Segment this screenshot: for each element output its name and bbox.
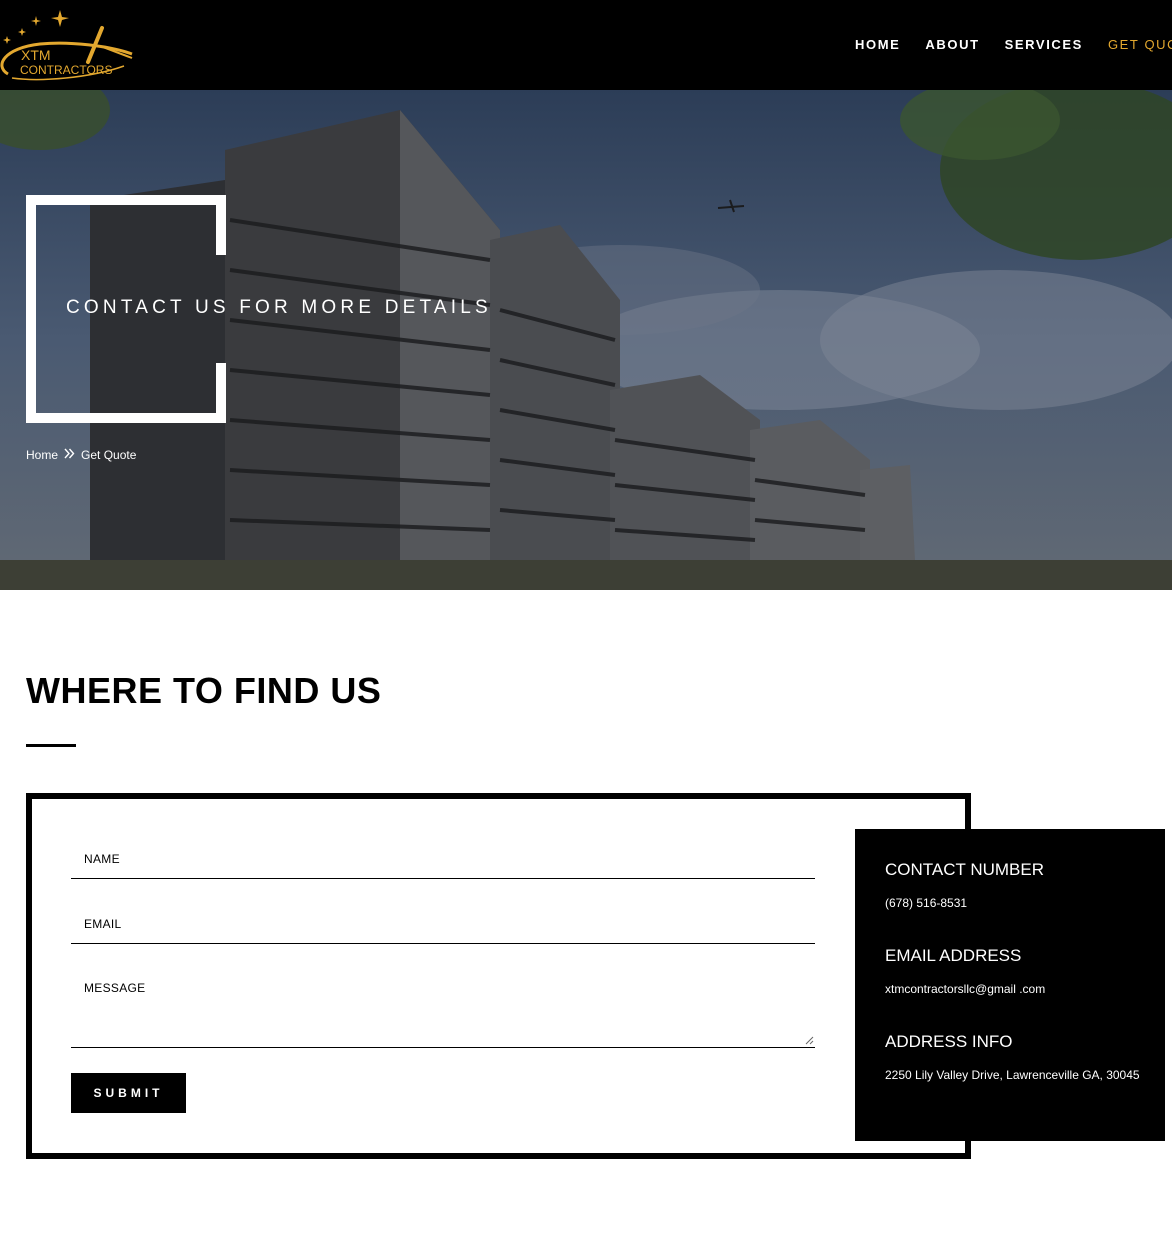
breadcrumb-current: Get Quote: [81, 448, 137, 462]
main-nav: HOME ABOUT SERVICES GET QUOTE: [855, 37, 1172, 52]
email-heading: EMAIL ADDRESS: [885, 946, 1022, 965]
address-text: 2250 Lily Valley Drive, Lawrenceville GA…: [885, 1068, 1140, 1082]
logo-text-contractors: CONTRACTORS: [20, 63, 112, 77]
contact-info-panel: CONTACT NUMBER (678) 516-8531 EMAIL ADDR…: [855, 829, 1165, 1141]
nav-services[interactable]: SERVICES: [1005, 37, 1083, 52]
company-logo[interactable]: XTM CONTRACTORS: [0, 8, 140, 84]
site-header: XTM CONTRACTORS HOME ABOUT SERVICES GET …: [0, 0, 1172, 90]
address-heading: ADDRESS INFO: [885, 1032, 1013, 1051]
breadcrumb: Home Get Quote: [26, 448, 136, 462]
hero-title: CONTACT US FOR MORE DETAILS: [66, 297, 492, 318]
message-placeholder: MESSAGE: [84, 981, 146, 995]
message-field[interactable]: MESSAGE: [71, 970, 815, 1048]
submit-button[interactable]: SUBMIT: [71, 1073, 186, 1113]
email-field[interactable]: EMAIL: [71, 905, 815, 944]
nav-about[interactable]: ABOUT: [925, 37, 979, 52]
logo-text-xtm: XTM: [21, 47, 51, 63]
resize-handle-icon[interactable]: [805, 1036, 814, 1045]
phone-number[interactable]: (678) 516-8531: [885, 891, 1145, 915]
nav-get-quote[interactable]: GET QUOTE: [1108, 37, 1172, 52]
phone-heading: CONTACT NUMBER: [885, 860, 1044, 879]
double-chevron-right-icon: [64, 448, 75, 462]
email-placeholder: EMAIL: [84, 917, 122, 931]
breadcrumb-home-link[interactable]: Home: [26, 448, 58, 462]
section-divider: [26, 744, 76, 747]
name-placeholder: NAME: [84, 852, 120, 866]
email-address[interactable]: xtmcontractorsllc@gmail .com: [885, 977, 1145, 1001]
section-title: WHERE TO FIND US: [26, 670, 382, 711]
nav-home[interactable]: HOME: [855, 37, 900, 52]
hero-banner: CONTACT US FOR MORE DETAILS Home Get Quo…: [0, 90, 1172, 590]
name-field[interactable]: NAME: [71, 840, 815, 879]
